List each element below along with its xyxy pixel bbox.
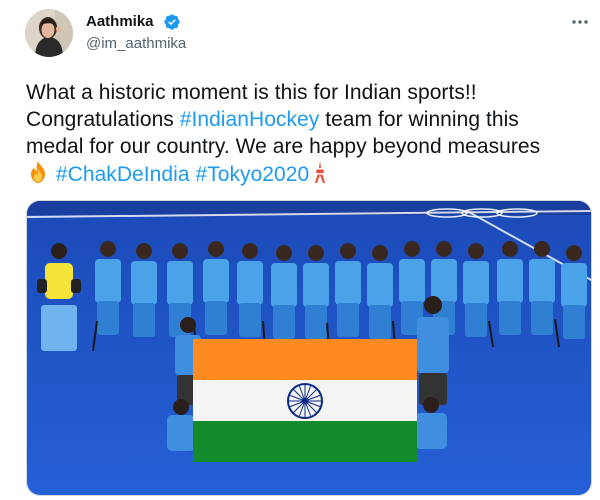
tokyo-tower-emoji-icon xyxy=(309,160,331,191)
tweet-card[interactable]: Aathmika @im_aathmika What a historic mo… xyxy=(0,0,600,500)
hashtag-indian-hockey-link[interactable]: #IndianHockey xyxy=(180,108,320,131)
more-horizontal-icon[interactable] xyxy=(570,12,590,32)
profile-avatar[interactable] xyxy=(25,9,73,57)
tweet-text-line-4: #ChakDeIndia #Tokyo2020 xyxy=(26,160,596,187)
tweet-text: What a historic moment is this for India… xyxy=(26,79,596,187)
tweet-media-photo[interactable] xyxy=(26,200,592,496)
tweet-text-line-3: medal for our country. We are happy beyo… xyxy=(26,135,541,158)
tweet-text-segment: Congratulations xyxy=(26,108,180,131)
author-display-name[interactable]: Aathmika xyxy=(86,13,154,31)
tweet-text-segment: team for winning this xyxy=(319,108,519,131)
fire-emoji-icon xyxy=(26,160,50,191)
author-handle[interactable]: @im_aathmika xyxy=(86,35,186,53)
team-photo-indian-hockey-with-flag xyxy=(27,201,591,495)
tweet-text-line-2: Congratulations #IndianHockey team for w… xyxy=(26,106,596,133)
verified-badge-icon xyxy=(163,13,181,31)
tweet-text-line-1: What a historic moment is this for India… xyxy=(26,81,477,104)
hashtag-tokyo2020-link[interactable]: #Tokyo2020 xyxy=(195,163,309,186)
hashtag-chakdeindia-link[interactable]: #ChakDeIndia xyxy=(56,163,190,186)
